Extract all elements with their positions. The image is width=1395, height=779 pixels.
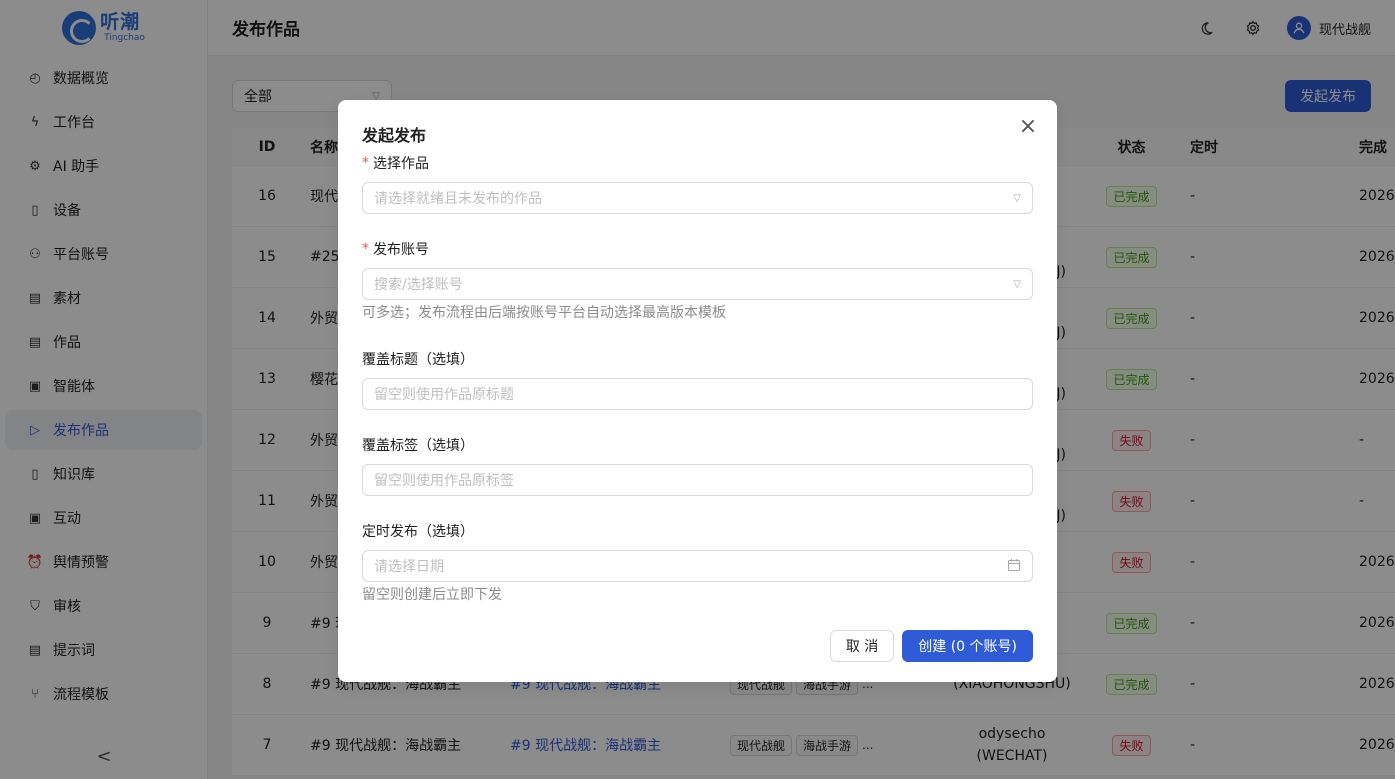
work-select[interactable]: 请选择就绪且未发布的作品 ▽	[362, 182, 1033, 214]
close-icon[interactable]: ×	[1017, 116, 1039, 138]
chevron-down-icon: ▽	[1013, 192, 1021, 204]
tags-label: 覆盖标签（选填）	[362, 438, 474, 454]
tags-input-placeholder: 留空则使用作品原标签	[374, 473, 514, 489]
modal-footer: 取 消 创建 (0 个账号)	[829, 630, 1033, 662]
account-help-text: 可多选；发布流程由后端按账号平台自动选择最高版本模板	[362, 305, 726, 321]
calendar-icon	[1007, 558, 1021, 575]
title-label: 覆盖标题（选填）	[362, 352, 474, 368]
create-button[interactable]: 创建 (0 个账号)	[902, 630, 1033, 662]
account-select[interactable]: 搜索/选择账号 ▽	[362, 268, 1033, 300]
cancel-button[interactable]: 取 消	[829, 630, 895, 662]
chevron-down-icon: ▽	[1013, 278, 1021, 290]
account-field: * 发布账号 搜索/选择账号 ▽ 可多选；发布流程由后端按账号平台自动选择最高版本…	[362, 238, 1033, 322]
schedule-label: 定时发布（选填）	[362, 524, 474, 540]
schedule-placeholder: 请选择日期	[374, 559, 444, 575]
publish-modal: 发起发布 × * 选择作品 请选择就绪且未发布的作品 ▽ * 发布账号 搜索/选择账…	[338, 100, 1057, 682]
tags-input[interactable]: 留空则使用作品原标签	[362, 464, 1033, 496]
schedule-field: 定时发布（选填） 请选择日期 留空则创建后立即下发	[362, 520, 1033, 604]
schedule-help-text: 留空则创建后立即下发	[362, 587, 502, 603]
title-input-placeholder: 留空则使用作品原标题	[374, 387, 514, 403]
work-label: 选择作品	[373, 156, 429, 172]
title-input[interactable]: 留空则使用作品原标题	[362, 378, 1033, 410]
title-field: 覆盖标题（选填） 留空则使用作品原标题	[362, 348, 1033, 410]
account-label: 发布账号	[373, 242, 429, 258]
modal-title: 发起发布	[362, 126, 427, 145]
account-select-placeholder: 搜索/选择账号	[374, 277, 463, 293]
tags-field: 覆盖标签（选填） 留空则使用作品原标签	[362, 434, 1033, 496]
schedule-date-picker[interactable]: 请选择日期	[362, 550, 1033, 582]
work-field: * 选择作品 请选择就绪且未发布的作品 ▽	[362, 152, 1033, 214]
work-select-placeholder: 请选择就绪且未发布的作品	[374, 191, 542, 207]
